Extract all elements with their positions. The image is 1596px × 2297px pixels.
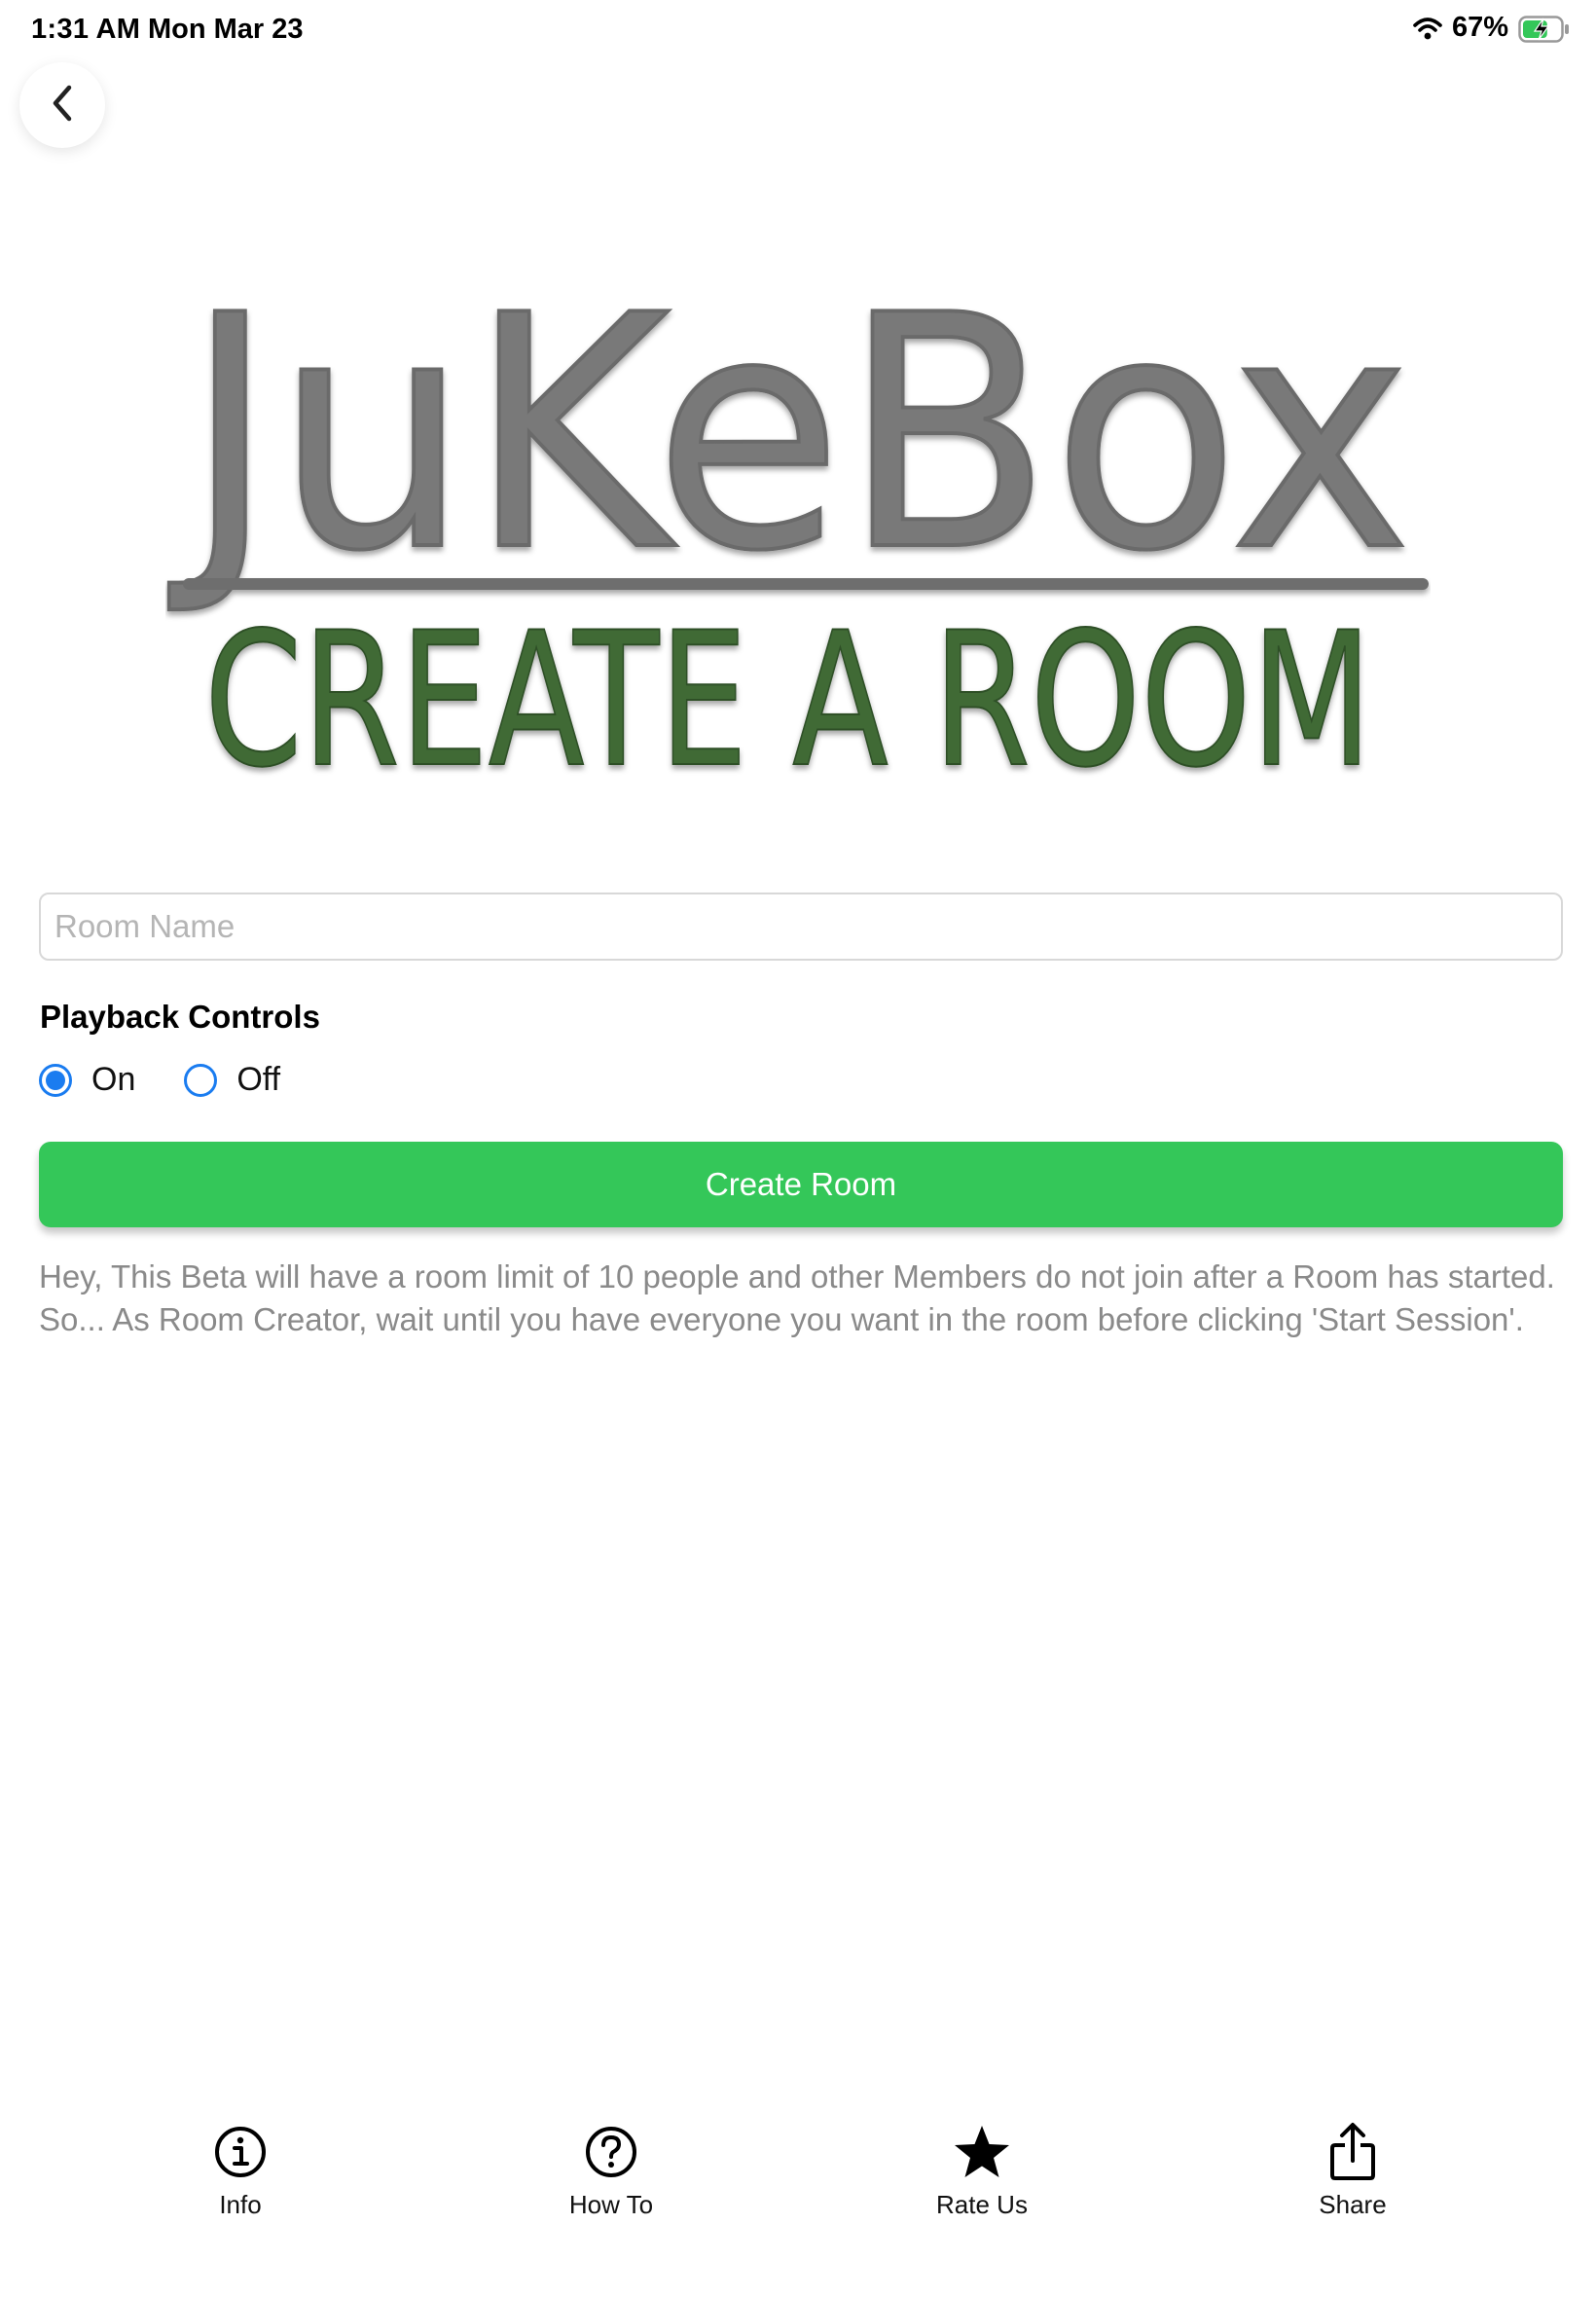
- tab-share-label: Share: [1319, 2190, 1387, 2219]
- room-name-input[interactable]: [39, 893, 1563, 961]
- status-indicators: 67%: [1413, 12, 1569, 44]
- status-date: Mon Mar 23: [148, 14, 304, 45]
- logo-subtitle: CREATE A ROOM: [204, 593, 1372, 788]
- radio-button-off[interactable]: [184, 1063, 218, 1097]
- question-circle-icon: [584, 2122, 638, 2182]
- radio-label-off: Off: [236, 1061, 281, 1098]
- info-circle-icon: [213, 2122, 268, 2182]
- create-room-button[interactable]: Create Room: [39, 1142, 1563, 1227]
- status-bar: 1:31 AM Mon Mar 23 67%: [0, 0, 1596, 62]
- chevron-left-icon: [48, 82, 77, 129]
- beta-info-text: Hey, This Beta will have a room limit of…: [39, 1258, 1555, 1337]
- battery-charging-icon: [1518, 15, 1569, 43]
- bottom-tab-bar: Info How To Rate Us Share: [0, 2122, 1596, 2239]
- radio-button-on[interactable]: [39, 1063, 72, 1097]
- wifi-icon: [1413, 17, 1442, 40]
- tab-info[interactable]: Info: [143, 2122, 338, 2220]
- playback-radio-group: On Off: [39, 1061, 329, 1099]
- back-button[interactable]: [19, 62, 105, 148]
- tab-share[interactable]: Share: [1255, 2122, 1450, 2220]
- radio-label-on: On: [91, 1061, 136, 1098]
- app-logo: JuKeBox CREATE A ROOM: [163, 243, 1431, 809]
- tab-how-to-label: How To: [568, 2190, 654, 2219]
- tab-info-label: Info: [219, 2190, 262, 2219]
- radio-option-off[interactable]: Off: [184, 1061, 280, 1099]
- status-time: 1:31 AM: [31, 14, 141, 45]
- logo-title: JuKeBox: [165, 247, 1411, 621]
- radio-option-on[interactable]: On: [39, 1061, 135, 1099]
- playback-controls-label: Playback Controls: [40, 999, 320, 1035]
- battery-percent: 67%: [1451, 12, 1508, 43]
- share-icon: [1327, 2122, 1378, 2182]
- tab-rate-us[interactable]: Rate Us: [885, 2122, 1079, 2220]
- tab-rate-us-label: Rate Us: [936, 2190, 1028, 2219]
- star-icon: [953, 2122, 1011, 2182]
- tab-how-to[interactable]: How To: [514, 2122, 708, 2220]
